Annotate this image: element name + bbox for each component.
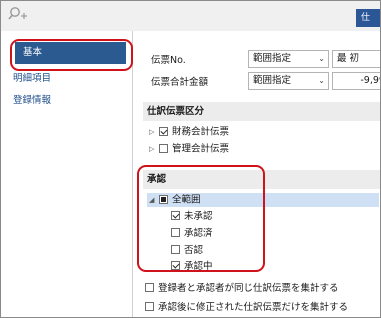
checkbox[interactable] [171, 211, 180, 220]
title-bar: 仕 [1, 1, 380, 31]
main-panel: 伝票No. 範囲指定⌄ 最 初⌄ 伝票合計金額 範囲指定⌄ -9,999 仕訳伝… [133, 31, 380, 317]
expand-triangle-icon[interactable]: ▷ [149, 141, 159, 157]
tree-item-financial-voucher[interactable]: ▷ 財務会計伝票 [149, 124, 229, 140]
checkbox[interactable] [159, 126, 168, 136]
sidebar-item-detail-fields[interactable]: 明細項目 [13, 68, 51, 90]
option-same-registrant-approver[interactable]: 登録者と承認者が同じ仕訳伝票を集計する [145, 281, 339, 297]
voucher-total-mode-select[interactable]: 範囲指定 ⌄ [248, 72, 329, 90]
checkbox[interactable] [145, 283, 154, 292]
checkbox[interactable] [171, 245, 180, 254]
expand-triangle-icon[interactable]: ▷ [149, 124, 159, 140]
tree-item-management-voucher[interactable]: ▷ 管理会計伝票 [149, 141, 229, 157]
sidebar: 基本 明細項目 登録情報 [1, 31, 133, 317]
checkbox[interactable] [171, 228, 180, 237]
voucher-total-from-input[interactable]: -9,999 [332, 72, 380, 90]
tree-item-approved[interactable]: 承認済 [171, 226, 213, 242]
section-header-approval: 承認 [143, 170, 380, 189]
checkbox[interactable] [171, 261, 180, 270]
checkbox[interactable] [159, 194, 168, 204]
search-plus-icon[interactable] [8, 6, 30, 22]
chevron-down-icon: ⌄ [318, 76, 325, 85]
dialog-window: 仕 基本 明細項目 登録情報 伝票No. 範囲指定⌄ 最 初⌄ 伝票合計金額 範… [0, 0, 381, 318]
filter-label-voucher-no: 伝票No. [151, 55, 186, 66]
checkbox[interactable] [145, 302, 154, 311]
tree-item-unapproved[interactable]: 未承認 [171, 209, 213, 225]
filter-label-voucher-total: 伝票合計金額 [151, 77, 209, 88]
voucher-no-mode-select[interactable]: 範囲指定 ⌄ [248, 50, 329, 68]
voucher-no-from-select[interactable]: 最 初⌄ [332, 50, 380, 68]
collapse-triangle-icon[interactable]: ◢ [149, 192, 159, 208]
option-modified-after-approval[interactable]: 承認後に修正された仕訳伝票だけを集計する [145, 300, 348, 316]
tree-item-all-range[interactable]: ◢ 全範囲 [149, 192, 201, 208]
sidebar-item-registration-info[interactable]: 登録情報 [13, 90, 51, 112]
chevron-down-icon: ⌄ [318, 54, 325, 63]
sidebar-item-basic[interactable]: 基本 [15, 42, 126, 64]
checkbox[interactable] [159, 143, 168, 153]
tree-item-rejected[interactable]: 否認 [171, 243, 203, 259]
section-header-journal-type: 仕訳伝票区分 [143, 102, 380, 121]
window-tab[interactable]: 仕 [356, 9, 380, 27]
tree-item-in-approval[interactable]: 承認中 [171, 259, 213, 275]
